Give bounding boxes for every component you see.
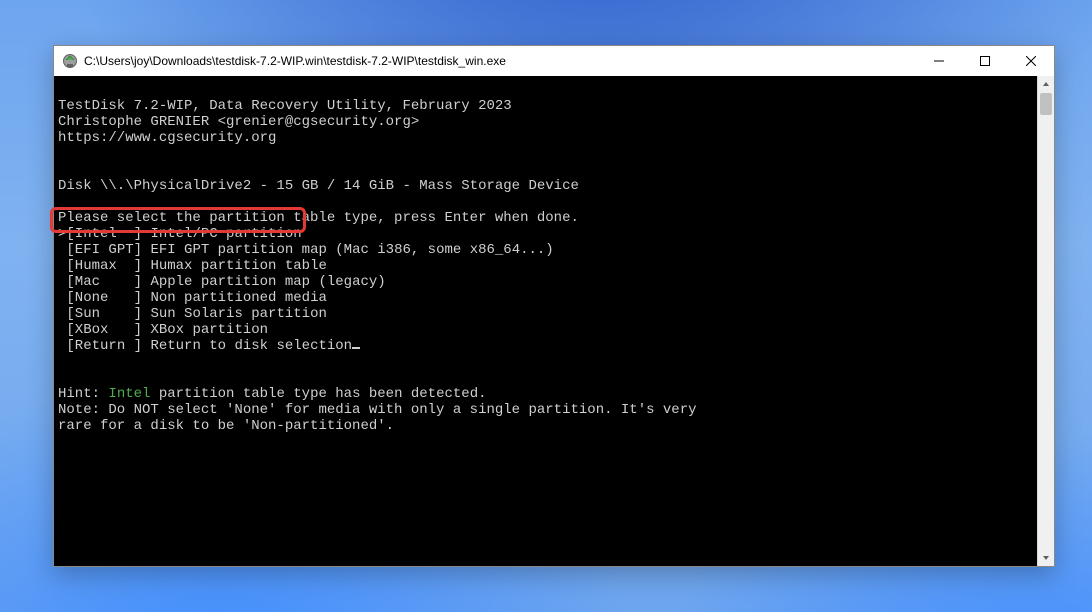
console-window: C:\Users\joy\Downloads\testdisk-7.2-WIP.… xyxy=(53,45,1055,567)
titlebar[interactable]: C:\Users\joy\Downloads\testdisk-7.2-WIP.… xyxy=(54,46,1054,77)
menu-option-return[interactable]: [Return ] Return to disk selection xyxy=(58,338,360,354)
window-title: C:\Users\joy\Downloads\testdisk-7.2-WIP.… xyxy=(84,54,506,68)
prompt-line: Please select the partition table type, … xyxy=(58,210,579,226)
maximize-button[interactable] xyxy=(962,46,1008,76)
hint-line: Hint: Intel partition table type has bee… xyxy=(58,386,487,402)
scroll-down-button[interactable] xyxy=(1038,550,1054,566)
header-line: https://www.cgsecurity.org xyxy=(58,130,276,146)
menu-option-sun[interactable]: [Sun ] Sun Solaris partition xyxy=(58,306,327,322)
menu-option-xbox[interactable]: [XBox ] XBox partition xyxy=(58,322,268,338)
menu-option-intel[interactable]: >[Intel ] Intel/PC partition xyxy=(58,226,302,242)
header-line: Christophe GRENIER <grenier@cgsecurity.o… xyxy=(58,114,419,130)
menu-option-humax[interactable]: [Humax ] Humax partition table xyxy=(58,258,327,274)
app-icon xyxy=(62,53,78,69)
scroll-up-button[interactable] xyxy=(1038,76,1054,92)
window-controls xyxy=(916,46,1054,76)
titlebar-left: C:\Users\joy\Downloads\testdisk-7.2-WIP.… xyxy=(54,53,916,69)
menu-option-efigpt[interactable]: [EFI GPT] EFI GPT partition map (Mac i38… xyxy=(58,242,554,258)
note-line: rare for a disk to be 'Non-partitioned'. xyxy=(58,418,394,434)
text-cursor-icon xyxy=(352,347,360,349)
close-button[interactable] xyxy=(1008,46,1054,76)
header-line: TestDisk 7.2-WIP, Data Recovery Utility,… xyxy=(58,98,512,114)
scrollbar-thumb[interactable] xyxy=(1040,93,1052,115)
menu-option-mac[interactable]: [Mac ] Apple partition map (legacy) xyxy=(58,274,386,290)
vertical-scrollbar[interactable] xyxy=(1037,76,1054,566)
disk-line: Disk \\.\PhysicalDrive2 - 15 GB / 14 GiB… xyxy=(58,178,579,194)
console-output[interactable]: TestDisk 7.2-WIP, Data Recovery Utility,… xyxy=(54,76,1038,566)
note-line: Note: Do NOT select 'None' for media wit… xyxy=(58,402,697,418)
detected-type: Intel xyxy=(108,386,150,402)
menu-option-none[interactable]: [None ] Non partitioned media xyxy=(58,290,327,306)
minimize-button[interactable] xyxy=(916,46,962,76)
